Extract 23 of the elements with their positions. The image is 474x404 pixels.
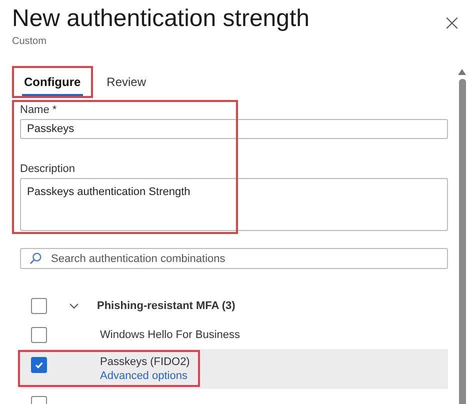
tab[interactable]: Review [104,68,148,96]
panel-title: New authentication strength [12,4,310,34]
check-icon [34,360,44,370]
field-label: Name * [20,104,58,116]
selected-row[interactable]: Passkeys (FIDO2) Advanced options [20,349,448,389]
checkbox[interactable] [31,357,47,373]
scroll-up-icon[interactable] [458,69,466,75]
group-label: Phishing-resistant MFA (3) [97,300,236,312]
search-icon [29,252,42,265]
scrollbar-thumb[interactable] [458,79,466,404]
checkbox[interactable] [31,326,47,342]
panel-subtitle: Custom [12,36,48,47]
advanced-options-link[interactable]: Advanced options [100,370,190,382]
search-field[interactable]: Search authentication combinations [20,248,448,269]
field-label: Description [20,163,76,175]
name-field[interactable]: Passkeys [20,119,448,139]
close-button[interactable]: × [440,10,464,36]
method-label: Passkeys (FIDO2) [100,356,190,368]
description-field[interactable]: Passkeys authentication Strength [20,178,448,231]
chevron-icon[interactable] [69,302,79,308]
checkbox[interactable] [31,298,47,314]
tab[interactable]: Configure [22,68,83,96]
method-label: Windows Hello For Business [100,328,240,340]
